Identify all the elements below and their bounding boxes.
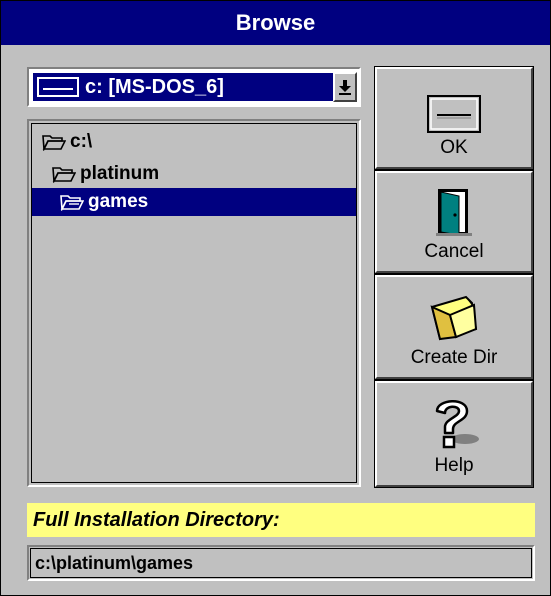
folder-open-icon bbox=[60, 195, 84, 211]
folder-open-icon bbox=[52, 167, 76, 183]
question-mark-icon bbox=[435, 400, 479, 449]
cancel-label: Cancel bbox=[424, 241, 484, 262]
ok-label: OK bbox=[440, 137, 468, 158]
tree-item-label: games bbox=[88, 191, 149, 212]
install-dir-label: Full Installation Directory: bbox=[27, 503, 535, 537]
title-bar[interactable]: Browse bbox=[1, 1, 550, 45]
dropdown-button[interactable] bbox=[333, 72, 357, 102]
install-dir-value: c:\platinum\games bbox=[35, 553, 194, 573]
tree-item-platinum[interactable]: platinum bbox=[52, 160, 159, 188]
browse-dialog: Browse c: [MS-DOS_6] c:\ platinum games … bbox=[0, 0, 551, 596]
ok-button[interactable]: OK bbox=[374, 66, 534, 170]
drive-label: c: [MS-DOS_6] bbox=[85, 75, 224, 98]
door-icon bbox=[436, 189, 472, 236]
drive-select[interactable]: c: [MS-DOS_6] bbox=[27, 67, 361, 107]
install-dir-field[interactable]: c:\platinum\games bbox=[27, 545, 535, 581]
create-dir-label: Create Dir bbox=[410, 347, 498, 368]
arrow-down-icon bbox=[339, 80, 351, 95]
cancel-button[interactable]: Cancel bbox=[374, 170, 534, 274]
help-label: Help bbox=[434, 455, 474, 476]
create-dir-button[interactable]: Create Dir bbox=[374, 274, 534, 380]
ok-icon bbox=[427, 95, 481, 133]
directory-tree-list: c:\ platinum games bbox=[31, 123, 357, 483]
tree-item-label: c:\ bbox=[70, 131, 93, 152]
folder-open-icon bbox=[42, 135, 66, 151]
drive-icon bbox=[37, 77, 79, 97]
drive-select-value[interactable]: c: [MS-DOS_6] bbox=[33, 73, 333, 101]
tree-item-root[interactable]: c:\ bbox=[42, 128, 92, 156]
install-dir-label-text: Full Installation Directory: bbox=[33, 508, 280, 531]
directory-tree[interactable]: c:\ platinum games bbox=[27, 119, 361, 487]
tree-item-games[interactable]: games bbox=[32, 188, 356, 216]
tree-item-label: platinum bbox=[80, 163, 160, 184]
window-title: Browse bbox=[235, 10, 316, 35]
help-button[interactable]: Help bbox=[374, 380, 534, 488]
folder-icon bbox=[430, 295, 478, 341]
